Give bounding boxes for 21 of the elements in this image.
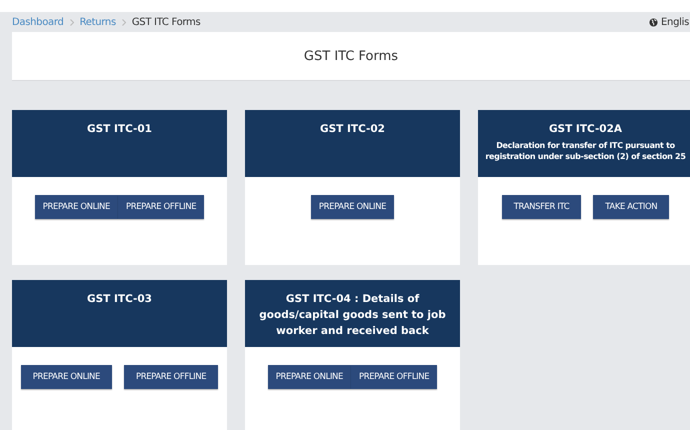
globe-icon <box>649 18 658 26</box>
card-title: GST ITC-02 <box>320 122 385 137</box>
action-button[interactable]: TRANSFER ITC <box>502 195 582 219</box>
language-link[interactable]: Englis <box>661 16 689 28</box>
card-title: GST ITC-01 <box>87 122 152 137</box>
action-button[interactable]: PREPARE ONLINE <box>268 365 351 389</box>
action-button[interactable]: PREPARE ONLINE <box>34 195 118 219</box>
card-title: GST ITC-03 <box>87 292 152 307</box>
action-button[interactable]: PREPARE ONLINE <box>310 195 394 219</box>
action-button[interactable]: PREPARE OFFLINE <box>350 365 438 389</box>
chevron-icon <box>122 18 126 26</box>
action-button[interactable]: TAKE ACTION <box>593 195 670 219</box>
card-subtitle: Declaration for transfer of ITC pursuant to registration under sub-section (2) of section 25 <box>484 140 687 162</box>
card-title: GST ITC-04 : Details of goods/capital goods sent to job worker and received back <box>258 292 447 339</box>
page-title: GST ITC Forms <box>304 48 398 64</box>
action-button[interactable]: PREPARE ONLINE <box>20 365 112 389</box>
breadcrumb-current: GST ITC Forms <box>132 16 200 28</box>
action-button[interactable]: PREPARE OFFLINE <box>124 365 218 389</box>
card-title: GST ITC-02A <box>548 122 622 137</box>
action-button[interactable]: PREPARE OFFLINE <box>118 195 204 219</box>
chevron-icon <box>70 18 74 26</box>
